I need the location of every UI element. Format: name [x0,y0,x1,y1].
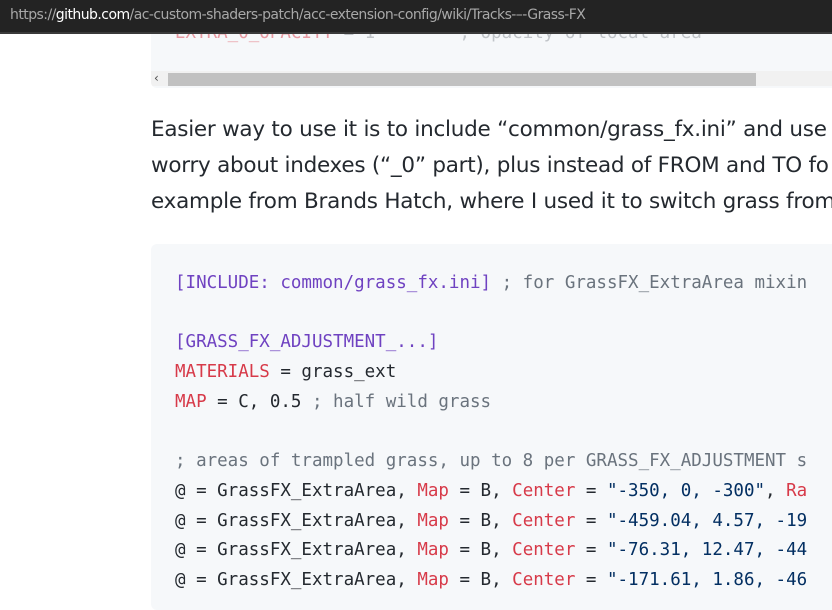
code-token-key: Center [512,540,576,561]
wiki-paragraph: Easier way to use it is to include “comm… [151,112,832,220]
code-token-text: = [575,510,607,531]
code-line: MATERIALS = grass_ext [175,358,807,388]
code-token-text: = B, [448,480,513,501]
code-token-section: [GRASS_FX_ADJUSTMENT_...] [175,332,439,353]
code-block: [INCLUDE: common/grass_fx.ini] ; for Gra… [151,244,832,610]
code-token-text: @ = GrassFX_ExtraArea, [175,540,418,561]
code-token-text: = B, [448,569,513,590]
chevron-left-icon[interactable]: ‹ [154,71,166,86]
code-token-comment: ; areas of trampled grass, up to 8 per G… [175,451,808,472]
code-token-text: = grass_ext [269,362,397,383]
code-token-text: @ = GrassFX_ExtraArea, [175,480,418,501]
code-token-key: Map [417,540,449,561]
code-token-comment: ; half wild grass [311,391,492,412]
code-token-string: "-459.04, 4.57, -19 [606,510,808,531]
code-token-key: MAP [175,391,207,412]
code-token-text: , [765,480,787,501]
code-line: [INCLUDE: common/grass_fx.ini] ; for Gra… [175,269,807,299]
code-token-key: Map [417,569,449,590]
url-path: /ac-custom-shaders-patch/acc-extension-c… [129,7,586,23]
code-line: @ = GrassFX_ExtraArea, Map = B, Center =… [175,477,807,507]
code-line: @ = GrassFX_ExtraArea, Map = B, Center =… [175,536,807,566]
code-line: MAP = C, 0.5 ; half wild grass [175,388,807,418]
code-token-key: MATERIALS [175,362,270,383]
code-token-key: Center [512,480,576,501]
paragraph-line: example from Brands Hatch, where I used … [151,189,832,214]
code-line: @ = GrassFX_ExtraArea, Map = B, Center =… [175,566,807,596]
code-token-comment: ; for GrassFX_ExtraArea mixin [491,273,808,293]
code-token-text: = C, 0.5 [206,391,312,412]
code-token-string: "-350, 0, -300" [606,480,766,501]
code-token-text: @ = GrassFX_ExtraArea, [175,510,418,531]
paragraph-line: Easier way to use it is to include “comm… [151,117,827,142]
code-token-section: [INCLUDE: common/grass_fx.ini] [175,273,492,293]
code-token-key: Center [512,510,576,531]
code-token-rest: = 1 ; Opacity of local area [333,34,702,43]
page-content: EXTRA_0_OPACITY = 1 ; Opacity of local a… [0,34,832,610]
horizontal-scrollbar[interactable]: ‹ [151,71,832,86]
code-line-cut-off: EXTRA_0_OPACITY = 1 ; Opacity of local a… [175,34,702,44]
code-token-text: = [575,540,607,561]
code-token-key: EXTRA_0_OPACITY [175,34,333,43]
code-token-key: Map [417,510,449,531]
code-line: ; areas of trampled grass, up to 8 per G… [175,447,807,477]
code-lines: [INCLUDE: common/grass_fx.ini] ; for Gra… [175,269,807,596]
previous-code-block: EXTRA_0_OPACITY = 1 ; Opacity of local a… [151,34,832,88]
url-host: github.com [55,7,130,23]
scrollbar-thumb[interactable] [168,73,756,86]
code-token-text: = B, [448,510,513,531]
code-token-string: "-76.31, 12.47, -44 [606,540,808,561]
code-token-key: Map [417,480,449,501]
url-text[interactable]: https://github.com/ac-custom-shaders-pat… [10,0,586,30]
code-token-text: @ = GrassFX_ExtraArea, [175,569,418,590]
code-line: @ = GrassFX_ExtraArea, Map = B, Center =… [175,507,807,537]
code-token-key: Ra [786,480,808,501]
code-token-key: Center [512,569,576,590]
code-token-text: = B, [448,540,513,561]
url-scheme: https:// [10,7,56,23]
address-bar[interactable]: https://github.com/ac-custom-shaders-pat… [0,0,832,34]
paragraph-line: worry about indexes (“_0” part), plus in… [151,153,829,178]
code-line: [GRASS_FX_ADJUSTMENT_...] [175,328,807,358]
code-token-string: "-171.61, 1.86, -46 [606,569,808,590]
code-token-text: = [575,480,607,501]
code-token-text: = [575,569,607,590]
